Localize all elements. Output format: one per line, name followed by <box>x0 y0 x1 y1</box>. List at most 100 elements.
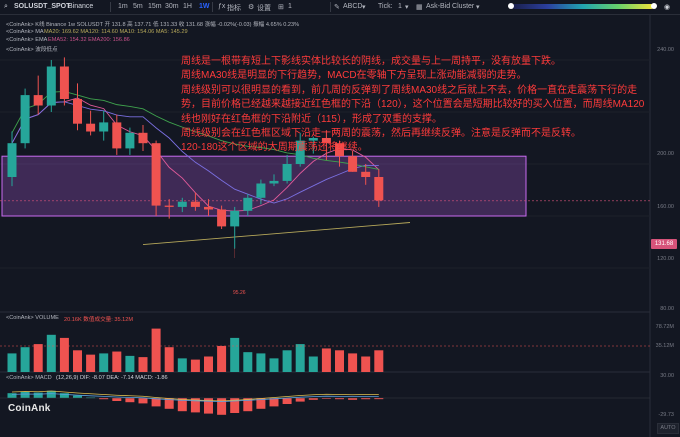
main-legend: <CoinAnk> K线 Binance 1w SOLUSDT 开 131.8 … <box>6 22 300 28</box>
layout-icon[interactable]: ⊞ <box>278 3 284 11</box>
cluster-icon[interactable]: ▦ <box>416 3 423 11</box>
indicators-button[interactable]: 指标 <box>227 3 241 13</box>
tick-value[interactable]: 1 <box>398 3 402 10</box>
volume-bar <box>86 354 96 372</box>
interval-1h[interactable]: 1H <box>183 3 192 10</box>
candle-body <box>374 177 384 201</box>
volume-bar <box>125 355 135 372</box>
candle-body <box>112 122 122 149</box>
symbol-name[interactable]: SOLUSDT_SPOT <box>14 3 70 10</box>
auto-scale-button[interactable]: AUTO <box>657 423 679 434</box>
exchange-name[interactable]: Binance <box>68 3 93 10</box>
annotation-line: 120-180这个区域的大周期震荡还将继续。 <box>181 142 368 154</box>
annotation-line: 势，目前价格已经越来越接近红色框的下沿（120），这个位置会是短期比较好的买入位… <box>181 99 645 111</box>
price-axis-label: 120.00 <box>657 256 674 262</box>
chevron-down-icon[interactable]: ▾ <box>405 3 409 11</box>
price-axis-label: 80.00 <box>660 306 674 312</box>
annotation-line: 周线MA30线是明显的下行趋势，MACD在零轴下方呈现上涨动能减弱的走势。 <box>181 70 527 82</box>
macd-bar <box>46 390 56 398</box>
gradient-slider-handle[interactable] <box>508 3 514 9</box>
ema-legend-label: <CoinAnk> EMA <box>6 37 48 43</box>
volume-bar <box>33 344 43 372</box>
gear-icon[interactable]: ⚙ <box>248 3 254 11</box>
candle-body <box>269 180 279 184</box>
interval-15m[interactable]: 15m <box>148 3 162 10</box>
indicators-icon[interactable]: ƒx <box>218 3 225 10</box>
volume-bar <box>177 358 187 372</box>
volume-bar <box>335 350 344 372</box>
price-axis-label: 240.00 <box>657 47 674 53</box>
volume-bar <box>361 356 371 372</box>
volume-bar <box>308 356 318 372</box>
volume-bar <box>151 328 161 372</box>
macd-axis-label: 30.00 <box>660 373 674 379</box>
low-price-marker: 95.26 <box>233 290 246 296</box>
candle-body <box>33 95 43 106</box>
volume-bar <box>190 359 200 372</box>
volume-bar <box>374 350 384 372</box>
current-price-tag: 131.68 <box>651 239 677 249</box>
abcd-button[interactable]: ABCD <box>343 3 362 10</box>
ema-legend-values: EMA52: 154.32 EMA200: 156.86 <box>48 37 130 43</box>
macd-legend-values: (12,26,9) DIF: -8.07 DEA: -7.14 MACD: -1… <box>56 375 168 381</box>
tick-label: Tick: <box>378 3 393 10</box>
candle-body <box>348 156 358 172</box>
search-icon[interactable]: ⌕ <box>4 3 8 11</box>
candle-body <box>59 66 69 99</box>
candle-body <box>138 132 148 144</box>
candle-body <box>217 209 227 227</box>
volume-bar <box>20 347 30 372</box>
settings-button[interactable]: 设置 <box>257 3 271 13</box>
cluster-select[interactable]: Ask-Bid Cluster <box>426 3 474 10</box>
heatmap-gradient-bar[interactable] <box>512 4 654 9</box>
drawing-icon[interactable]: ✎ <box>334 3 340 11</box>
macd-bar <box>348 398 358 400</box>
interval-1w-active[interactable]: 1W <box>199 3 210 10</box>
interval-5m[interactable]: 5m <box>133 3 143 10</box>
volume-bar <box>230 337 240 372</box>
candle-body <box>256 183 266 198</box>
macd-bar <box>308 398 318 400</box>
volume-axis-label: 78.72M <box>655 324 674 330</box>
ma-legend-label: <CoinAnk> MA <box>6 29 44 35</box>
volume-bar <box>112 351 122 372</box>
candle-body <box>230 210 240 227</box>
volume-bar <box>348 353 358 372</box>
volume-axis-label: 35.12M <box>655 343 674 349</box>
annotation-line: 线也刚好在红色框的下沿附近（115），形成了双重的支撑。 <box>181 113 442 125</box>
volume-bar <box>295 344 305 372</box>
interval-30m[interactable]: 30m <box>165 3 179 10</box>
volume-bar <box>138 357 148 372</box>
candle-body <box>164 205 174 207</box>
volume-bar <box>7 353 17 372</box>
candle-body <box>151 143 161 206</box>
macd-bar <box>20 392 30 398</box>
layout-count[interactable]: 1 <box>288 3 292 10</box>
candle-body <box>46 66 56 106</box>
volume-bar <box>73 350 82 372</box>
volume-bar <box>204 356 213 372</box>
camera-icon[interactable]: ◉ <box>664 3 670 11</box>
coinank-logo: CoinAnk <box>8 403 51 414</box>
volume-bar <box>164 347 174 372</box>
volume-bar <box>321 348 331 372</box>
gradient-slider-handle[interactable] <box>651 3 657 9</box>
interval-1m[interactable]: 1m <box>118 3 128 10</box>
divider <box>330 2 331 12</box>
macd-bar <box>33 392 43 398</box>
top-toolbar: ⌕ SOLUSDT_SPOT Binance 1m 5m 15m 30m 1H … <box>0 0 680 15</box>
candle-body <box>177 201 187 207</box>
candle-body <box>20 95 30 144</box>
volume-legend-label: <CoinAnk> VOLUME <box>6 315 59 321</box>
annotation-line: 周线是一根带有短上下影线实体比较长的阴线，成交量与上一周持平，没有放量下跌。 <box>181 56 561 67</box>
macd-bar <box>73 395 82 398</box>
divider <box>110 2 111 12</box>
volume-bar <box>59 337 69 372</box>
volume-bar <box>99 353 109 372</box>
divider <box>212 2 213 12</box>
chevron-down-icon[interactable]: ▾ <box>362 3 366 11</box>
candle-body <box>361 171 371 177</box>
volume-bar <box>269 358 279 372</box>
chevron-down-icon[interactable]: ▾ <box>476 3 480 11</box>
analysis-annotation: 周线是一根带有短上下影线实体比较长的阴线，成交量与上一周持平，没有放量下跌。 周… <box>181 55 656 156</box>
